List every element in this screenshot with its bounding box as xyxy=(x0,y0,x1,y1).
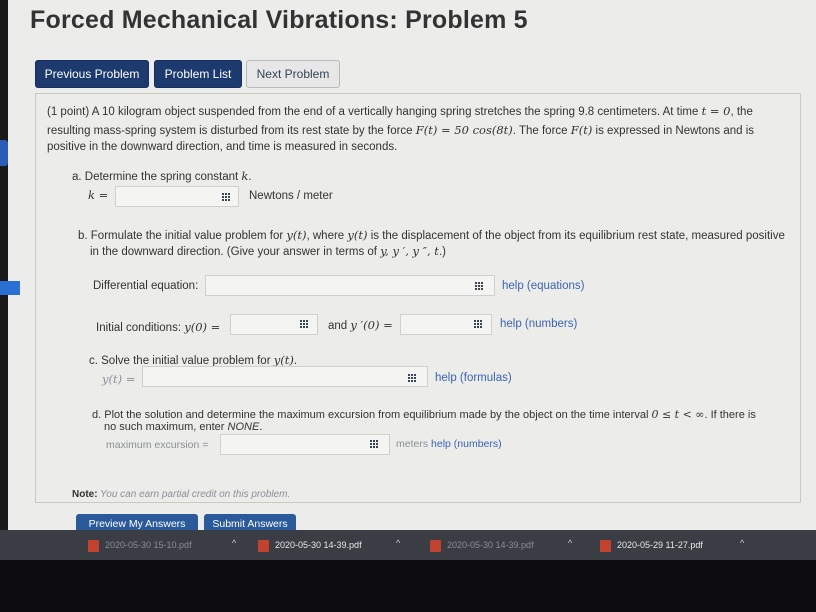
part-d-text: no such maximum, enter xyxy=(104,421,228,433)
problem-text: , the xyxy=(730,106,753,118)
download-item[interactable]: 2020-05-30 14-39.pdf xyxy=(258,536,362,554)
equation-editor-icon[interactable] xyxy=(408,374,418,382)
none-keyword: NONE xyxy=(227,421,260,433)
spring-constant-units: Newtons / meter xyxy=(249,190,333,202)
chevron-up-icon[interactable]: ^ xyxy=(232,538,240,548)
maximum-excursion-label: maximum excursion = xyxy=(106,439,209,451)
part-d-text: . xyxy=(259,421,263,433)
pdf-icon xyxy=(430,539,441,552)
monitor-bezel-bottom xyxy=(0,560,816,612)
partial-credit-note: Note: You can earn partial credit on thi… xyxy=(72,489,290,500)
math-expression: 0 ≤ t < ∞ xyxy=(651,408,705,421)
part-d-line-1: d. Plot the solution and determine the m… xyxy=(92,408,756,421)
problem-line-3: positive in the downward direction, and … xyxy=(47,141,398,153)
preview-answers-button[interactable]: Preview My Answers xyxy=(76,514,198,530)
differential-equation-input[interactable] xyxy=(205,275,495,296)
next-problem-button[interactable]: Next Problem xyxy=(246,60,340,88)
download-filename: 2020-05-29 11-27.pdf xyxy=(617,540,703,550)
part-c-label: c. Solve the initial value problem for y… xyxy=(89,353,297,367)
problem-list-button[interactable]: Problem List xyxy=(154,60,242,88)
submit-answers-button[interactable]: Submit Answers xyxy=(204,514,296,530)
part-b-text: b. Formulate the initial value problem f… xyxy=(78,230,287,242)
math-expression: y(t) xyxy=(347,228,368,242)
browser-viewport: Forced Mechanical Vibrations: Problem 5 … xyxy=(0,0,816,530)
part-d-text: . If there is xyxy=(704,409,756,421)
y-prime-0-label: and y ′(0) = xyxy=(328,318,393,332)
note-text: You can earn partial credit on this prob… xyxy=(97,489,291,500)
chevron-up-icon[interactable]: ^ xyxy=(568,538,576,548)
part-b-line-1: b. Formulate the initial value problem f… xyxy=(78,228,785,242)
excursion-units: meters help (numbers) xyxy=(396,438,502,450)
math-expression: y(0) = xyxy=(184,320,221,334)
pdf-icon xyxy=(600,539,611,552)
units-text: meters xyxy=(396,438,429,450)
part-b-text: is the displacement of the object from i… xyxy=(367,230,785,242)
problem-line-2: resulting mass-spring system is disturbe… xyxy=(47,123,754,137)
problem-text: resulting mass-spring system is disturbe… xyxy=(47,125,416,137)
equation-editor-icon[interactable] xyxy=(222,193,232,201)
problem-line-1: (1 point) A 10 kilogram object suspended… xyxy=(47,104,753,118)
k-variable: k = xyxy=(88,188,109,202)
download-item[interactable]: 2020-05-30 14-39.pdf xyxy=(430,536,534,554)
spring-constant-input[interactable] xyxy=(115,186,239,207)
initial-conditions-text: Initial conditions: xyxy=(96,322,185,334)
initial-conditions-label: Initial conditions: y(0) = xyxy=(96,320,220,334)
math-expression: F(t) = 50 cos(8t) xyxy=(415,123,513,137)
math-expression: F(t) xyxy=(570,123,593,137)
equation-editor-icon[interactable] xyxy=(475,282,485,290)
download-filename: 2020-05-30 15-10.pdf xyxy=(105,540,192,550)
equation-editor-icon[interactable] xyxy=(300,320,310,328)
maximum-excursion-input[interactable] xyxy=(220,434,390,455)
y-of-t-variable: y(t) = xyxy=(102,372,136,386)
help-numbers-link[interactable]: help (numbers) xyxy=(431,438,502,450)
previous-problem-button[interactable]: Previous Problem xyxy=(35,60,149,88)
help-equations-link[interactable]: help (equations) xyxy=(502,280,584,292)
side-tab-marker[interactable] xyxy=(0,281,20,295)
part-b-line-2: in the downward direction. (Give your an… xyxy=(90,244,446,258)
help-numbers-link[interactable]: help (numbers) xyxy=(500,318,577,330)
help-formulas-link[interactable]: help (formulas) xyxy=(435,372,512,384)
math-expression: y(t) xyxy=(273,353,294,367)
note-label: Note: xyxy=(72,489,98,500)
part-b-text: , where xyxy=(306,230,348,242)
equation-editor-icon[interactable] xyxy=(474,320,484,328)
math-expression: t = 0 xyxy=(701,104,731,118)
download-filename: 2020-05-30 14-39.pdf xyxy=(447,540,534,550)
differential-equation-label: Differential equation: xyxy=(93,280,199,292)
part-b-text: .) xyxy=(438,246,446,258)
download-item[interactable]: 2020-05-29 11-27.pdf xyxy=(600,536,703,554)
equation-editor-icon[interactable] xyxy=(370,440,380,448)
part-a-label: a. Determine the spring constant k. xyxy=(72,169,252,183)
solution-input[interactable] xyxy=(142,366,428,387)
pdf-icon xyxy=(258,539,269,552)
and-text: and xyxy=(328,320,351,332)
part-b-text: in the downward direction. (Give your an… xyxy=(90,246,381,258)
part-a-text: a. Determine the spring constant xyxy=(72,171,242,183)
download-item[interactable]: 2020-05-30 15-10.pdf xyxy=(88,536,192,554)
problem-text: . The force xyxy=(512,125,571,137)
chevron-up-icon[interactable]: ^ xyxy=(396,538,404,548)
monitor-bezel xyxy=(0,0,8,530)
math-expression: y(t) xyxy=(286,228,307,242)
problem-text: (1 point) A 10 kilogram object suspended… xyxy=(47,106,702,118)
problem-text: is expressed in Newtons and is xyxy=(592,125,755,137)
side-tab[interactable] xyxy=(0,140,8,166)
part-d-text: d. Plot the solution and determine the m… xyxy=(92,409,652,421)
math-expression: y, y ′, y ″, t xyxy=(380,244,439,258)
math-expression: y ′(0) = xyxy=(350,318,393,332)
download-filename: 2020-05-30 14-39.pdf xyxy=(275,540,362,550)
pdf-icon xyxy=(88,539,99,552)
part-a-text: . xyxy=(248,171,252,183)
part-d-line-2: no such maximum, enter NONE. xyxy=(104,421,262,433)
page-title: Forced Mechanical Vibrations: Problem 5 xyxy=(30,6,528,34)
chevron-up-icon[interactable]: ^ xyxy=(740,538,748,548)
